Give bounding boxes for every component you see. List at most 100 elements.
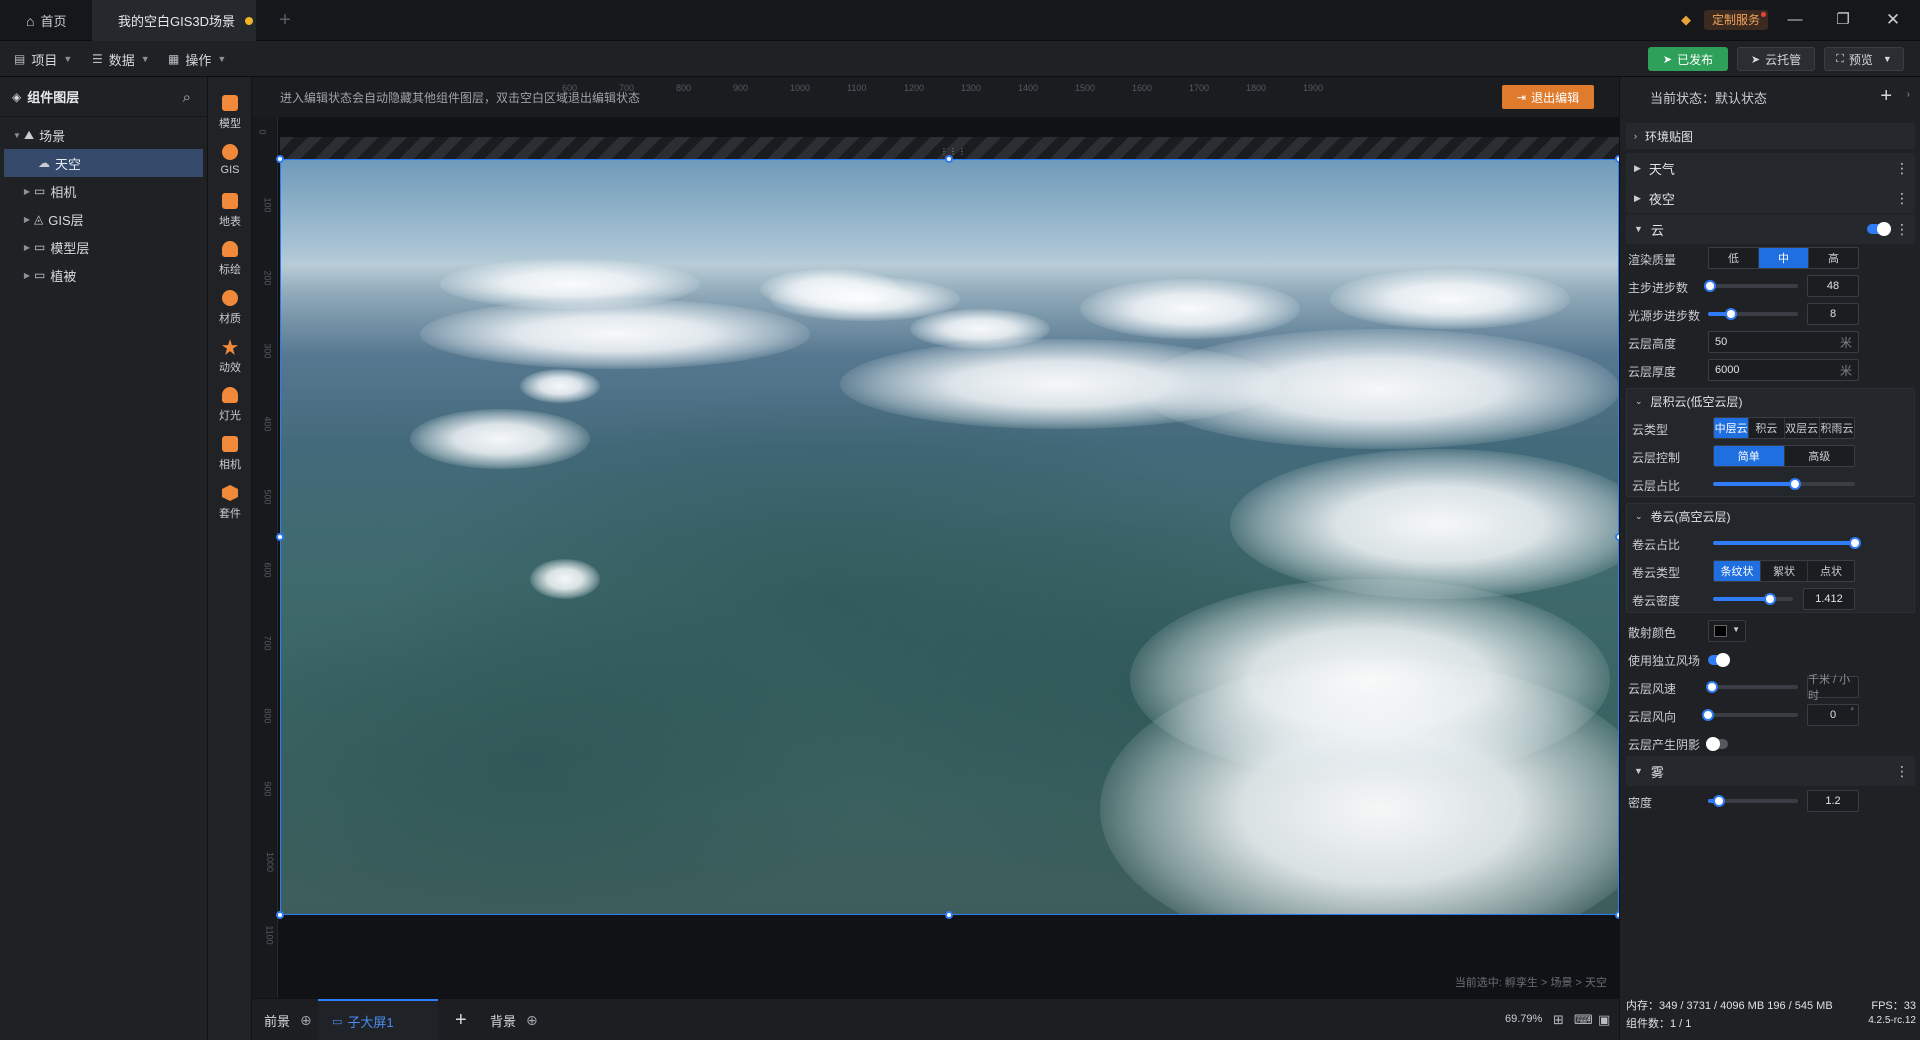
component-light[interactable]: 灯光 [208,381,252,429]
section-fog-head[interactable]: ▼ 雾 ⋮ [1626,756,1915,786]
cirrus-density-input[interactable]: 1.412 [1803,588,1855,610]
zoom-level[interactable]: 69.79% [1505,1013,1542,1025]
slider-knob[interactable] [1763,593,1776,605]
slider-knob[interactable] [1705,681,1718,693]
high-cloud-head[interactable]: ⌄ 卷云(高空云层) [1627,504,1914,528]
keyboard-icon[interactable]: ⌨ [1574,1012,1593,1028]
option-dotted[interactable]: 点状 [1808,561,1854,581]
tree-item-vegetation[interactable]: ▶ ▭ 植被 [0,261,207,289]
independent-wind-toggle[interactable] [1708,653,1730,667]
chevron-right-icon[interactable]: › [1907,89,1910,100]
option-high[interactable]: 高 [1809,248,1858,268]
slider-knob[interactable] [1849,537,1861,549]
add-state-button[interactable]: + [1880,85,1892,108]
menu-operations[interactable]: ▦ 操作 ▼ [168,41,226,77]
more-vertical-icon[interactable]: ⋮ [1895,763,1909,780]
section-env-map-head[interactable]: › 环境贴图 [1626,123,1915,149]
tree-item-gis-layer[interactable]: ▶ ◬ GIS层 [0,205,207,233]
option-cumulus[interactable]: 积云 [1749,418,1785,438]
published-button[interactable]: ➤ 已发布 [1648,47,1728,71]
scene-3d-view[interactable] [280,159,1619,915]
cloud-type-selector[interactable]: 中层云 积云 双层云 积雨云 [1713,417,1855,439]
exit-edit-button[interactable]: ⇥ 退出编辑 [1502,85,1594,109]
main-steps-input[interactable]: 48 [1807,275,1859,297]
tab-sub-screen[interactable]: ▭ 子大屏1 [318,999,438,1040]
menu-project[interactable]: ▤ 项目 ▼ [14,41,72,77]
fog-density-slider[interactable] [1708,795,1798,807]
component-terrain[interactable]: 地表 [208,187,252,235]
wind-speed-input[interactable]: 千米 / 小时 [1807,674,1859,702]
option-double-layer[interactable]: 双层云 [1785,418,1820,438]
editor-canvas[interactable]: 进入编辑状态会自动隐藏其他组件图层，双击空白区域退出编辑状态 600 700 800… [252,77,1619,998]
menu-data[interactable]: ☰ 数据 ▼ [92,41,150,77]
section-cloud[interactable]: ▼ 云 ⋮ [1626,214,1915,244]
tab-home[interactable]: ⌂ 首页 [0,0,92,41]
section-weather[interactable]: ▶ 天气 ⋮ [1626,153,1915,183]
cloud-control-selector[interactable]: 简单 高级 [1713,445,1855,467]
cirrus-density-slider[interactable] [1713,593,1793,605]
tree-item-model-layer[interactable]: ▶ ▭ 模型层 [0,233,207,261]
option-cumulonimbus[interactable]: 积雨云 [1820,418,1854,438]
caret-right-icon[interactable]: ▶ [20,215,34,224]
fit-screen-icon[interactable]: ⊞ [1553,1012,1564,1028]
option-mid-cloud[interactable]: 中层云 [1714,418,1750,438]
option-simple[interactable]: 简单 [1714,446,1785,466]
slider-knob[interactable] [1703,280,1716,292]
fog-density-input[interactable]: 1.2 [1807,790,1859,812]
caret-right-icon[interactable]: ▶ [20,187,34,196]
section-night-sky[interactable]: ▶ 夜空 ⋮ [1626,183,1915,213]
section-night-sky-head[interactable]: ▶ 夜空 ⋮ [1626,183,1915,213]
more-vertical-icon[interactable]: ⋮ [1895,221,1909,238]
light-steps-slider[interactable] [1708,308,1798,320]
custom-service-button[interactable]: 定制服务 [1704,10,1769,30]
tab-scene[interactable]: 我的空白GIS3D场景 [92,0,256,41]
add-circle-icon[interactable]: ⊕ [300,1012,312,1029]
component-model[interactable]: 模型 [208,89,252,137]
cloud-host-button[interactable]: ➤ 云托管 [1737,47,1815,71]
cloud-enable-toggle[interactable] [1867,222,1891,236]
caret-right-icon[interactable]: ▶ [20,271,34,280]
wind-direction-slider[interactable] [1702,709,1798,721]
option-striped[interactable]: 条纹状 [1714,561,1761,581]
more-vertical-icon[interactable]: ⋮ [1895,160,1909,177]
tab-background[interactable]: 背景 ⊕ [490,999,538,1040]
section-env-map[interactable]: › 环境贴图 [1626,123,1915,149]
component-camera[interactable]: 相机 [208,430,252,478]
section-fog[interactable]: ▼ 雾 ⋮ [1626,756,1915,786]
tree-item-sky[interactable]: ☁ 天空 [4,149,203,177]
component-marker[interactable]: 标绘 [208,235,252,283]
slider-knob[interactable] [1712,795,1725,807]
slider-knob[interactable] [1789,478,1802,490]
main-steps-slider[interactable] [1703,280,1798,292]
resize-handle[interactable] [276,155,284,163]
render-quality-selector[interactable]: 低 中 高 [1708,247,1859,269]
cloud-height-input[interactable]: 50 米 [1708,331,1859,353]
add-circle-icon[interactable]: ⊕ [526,1012,538,1029]
minimize-button[interactable]: — [1783,8,1807,32]
tree-item-scene[interactable]: ▼ ⛰ 场景 [0,121,207,149]
wind-speed-slider[interactable] [1705,681,1798,693]
component-gis[interactable]: GIS [208,138,252,186]
terminal-icon[interactable]: ▣ [1598,1012,1610,1028]
tree-item-camera[interactable]: ▶ ▭ 相机 [0,177,207,205]
section-weather-head[interactable]: ▶ 天气 ⋮ [1626,153,1915,183]
drag-handle-icon[interactable]: ⋮⋮⋮ [940,147,966,156]
resize-handle[interactable] [276,533,284,541]
caret-down-icon[interactable]: ▼ [10,131,24,140]
new-tab-button[interactable]: + [270,0,300,41]
search-icon[interactable]: ⌕ [183,89,191,106]
cirrus-ratio-slider[interactable] [1713,537,1861,549]
option-low[interactable]: 低 [1709,248,1759,268]
slider-knob[interactable] [1702,709,1714,721]
light-steps-input[interactable]: 8 [1807,303,1859,325]
preview-button[interactable]: ⛶ 预览 ▼ [1824,47,1904,71]
slider-knob[interactable] [1724,308,1737,320]
scatter-color-picker[interactable]: ▼ [1708,620,1746,642]
caret-right-icon[interactable]: ▶ [20,243,34,252]
tab-foreground[interactable]: 前景 ⊕ [264,999,312,1040]
component-material[interactable]: 材质 [208,284,252,332]
option-flocculent[interactable]: 絮状 [1761,561,1808,581]
option-medium[interactable]: 中 [1759,248,1809,268]
cast-shadow-toggle[interactable] [1706,737,1728,751]
close-button[interactable]: ✕ [1881,8,1905,32]
